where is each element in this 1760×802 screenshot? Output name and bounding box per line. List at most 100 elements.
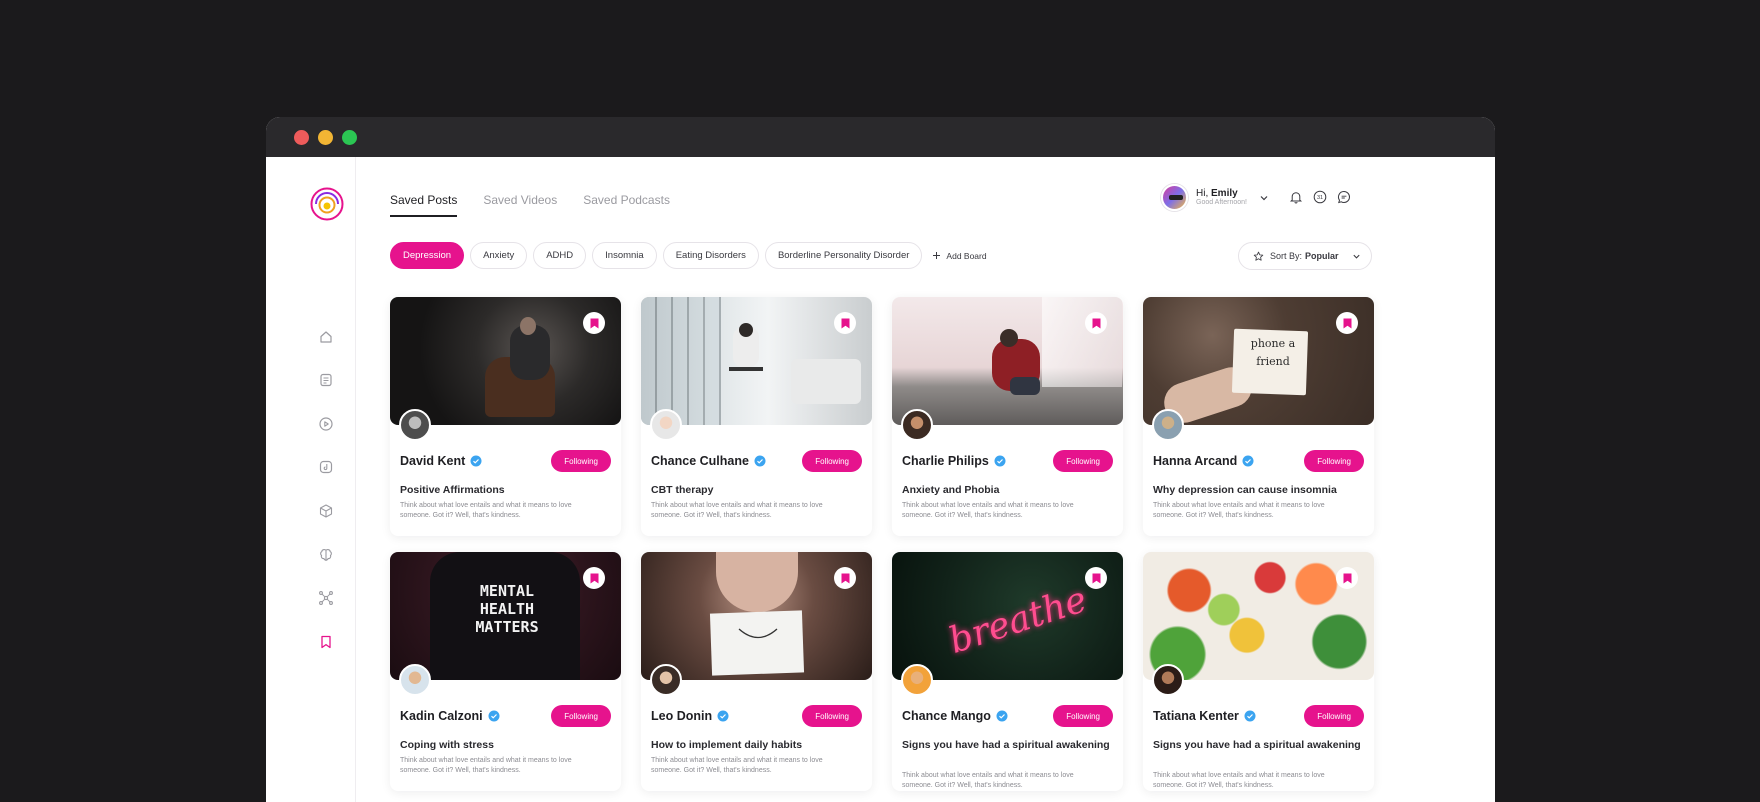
bookmark-icon[interactable] — [318, 634, 334, 650]
author-name[interactable]: Chance Mango — [902, 709, 991, 723]
post-title[interactable]: Coping with stress — [400, 738, 609, 753]
chip-borderline-personality-disorder[interactable]: Borderline Personality Disorder — [764, 242, 923, 269]
avatar[interactable] — [650, 409, 682, 441]
close-window-button[interactable] — [294, 130, 309, 145]
chip-adhd[interactable]: ADHD — [533, 242, 587, 269]
user-menu[interactable]: Hi, Emily Good Afternoon! — [1161, 184, 1269, 211]
chat-icon[interactable] — [1337, 190, 1351, 204]
chip-insomnia[interactable]: Insomnia — [592, 242, 657, 269]
following-button[interactable]: Following — [1304, 450, 1364, 472]
post-card[interactable]: Tatiana Kenter Following Signs you have … — [1143, 552, 1374, 791]
post-title[interactable]: Signs you have had a spiritual awakening — [902, 738, 1111, 753]
avatar[interactable] — [399, 409, 431, 441]
neon-sign-text: breathe — [944, 579, 1092, 662]
calendar-icon[interactable]: 31 — [1313, 190, 1327, 204]
avatar[interactable] — [1161, 184, 1188, 211]
post-image[interactable]: breathe — [892, 552, 1123, 680]
following-button[interactable]: Following — [551, 450, 611, 472]
podcast-icon[interactable] — [318, 459, 334, 475]
chip-depression[interactable]: Depression — [390, 242, 465, 269]
avatar[interactable] — [650, 664, 682, 696]
post-title[interactable]: CBT therapy — [651, 483, 860, 498]
author-name[interactable]: Tatiana Kenter — [1153, 709, 1239, 723]
post-image[interactable] — [641, 552, 872, 680]
avatar[interactable] — [901, 409, 933, 441]
author-name[interactable]: Charlie Philips — [902, 454, 989, 468]
author-name[interactable]: David Kent — [400, 454, 465, 468]
network-icon[interactable] — [318, 590, 334, 606]
bookmark-toggle[interactable] — [1085, 312, 1107, 334]
post-title[interactable]: Anxiety and Phobia — [902, 483, 1111, 498]
tab-saved-videos[interactable]: Saved Videos — [483, 193, 557, 217]
bookmark-toggle[interactable] — [1085, 567, 1107, 589]
post-card[interactable]: Chance Culhane Following CBT therapy Thi… — [641, 297, 872, 536]
tab-bar: Saved Posts Saved Videos Saved Podcasts — [390, 193, 670, 217]
author-name[interactable]: Kadin Calzoni — [400, 709, 483, 723]
following-button[interactable]: Following — [1053, 705, 1113, 727]
following-button[interactable]: Following — [802, 450, 862, 472]
following-button[interactable]: Following — [551, 705, 611, 727]
avatar[interactable] — [1152, 409, 1184, 441]
verified-icon — [754, 455, 766, 467]
post-description: Think about what love entails and what i… — [400, 757, 572, 775]
post-card[interactable]: phone a friend Hanna Arcand Following Wh… — [1143, 297, 1374, 536]
post-title[interactable]: Signs you have had a spiritual awakening — [1153, 738, 1362, 753]
play-icon[interactable] — [318, 416, 334, 432]
smile-drawing — [738, 628, 778, 639]
chip-anxiety[interactable]: Anxiety — [470, 242, 528, 269]
bookmark-icon — [1343, 573, 1351, 583]
bookmark-toggle[interactable] — [583, 567, 605, 589]
bookmark-toggle[interactable] — [834, 567, 856, 589]
bookmark-icon — [841, 573, 849, 583]
chevron-down-icon[interactable] — [1259, 193, 1269, 203]
note-text: phone a friend — [1241, 335, 1305, 371]
minimize-window-button[interactable] — [318, 130, 333, 145]
post-title[interactable]: How to implement daily habits — [651, 738, 860, 753]
maximize-window-button[interactable] — [342, 130, 357, 145]
post-card[interactable]: Charlie Philips Following Anxiety and Ph… — [892, 297, 1123, 536]
document-icon[interactable] — [318, 372, 334, 388]
post-card[interactable]: Leo Donin Following How to implement dai… — [641, 552, 872, 791]
shirt-line: MATTERS — [475, 618, 539, 636]
verified-icon — [717, 710, 729, 722]
logo-icon[interactable] — [310, 187, 344, 221]
bookmark-toggle[interactable] — [1336, 567, 1358, 589]
shirt-line: HEALTH — [479, 600, 535, 618]
author-name[interactable]: Hanna Arcand — [1153, 454, 1237, 468]
post-image[interactable] — [1143, 552, 1374, 680]
tab-saved-posts[interactable]: Saved Posts — [390, 193, 458, 217]
author-name[interactable]: Chance Culhane — [651, 454, 749, 468]
note-line: phone a — [1250, 337, 1296, 350]
author-name[interactable]: Leo Donin — [651, 709, 712, 723]
post-image[interactable]: phone a friend — [1143, 297, 1374, 425]
following-button[interactable]: Following — [1304, 705, 1364, 727]
post-image[interactable]: MENTAL HEALTH MATTERS — [390, 552, 621, 680]
greeting-text: Hi, — [1196, 187, 1209, 199]
sort-value: Popular — [1305, 251, 1339, 261]
post-card[interactable]: David Kent Following Positive Affirmatio… — [390, 297, 621, 536]
chip-eating-disorders[interactable]: Eating Disorders — [662, 242, 759, 269]
bookmark-toggle[interactable] — [1336, 312, 1358, 334]
home-icon[interactable] — [318, 329, 334, 345]
bell-icon[interactable] — [1289, 190, 1303, 204]
tab-saved-podcasts[interactable]: Saved Podcasts — [583, 193, 670, 217]
sort-dropdown[interactable]: Sort By: Popular — [1238, 242, 1372, 270]
post-card[interactable]: breathe Chance Mango Following Signs you… — [892, 552, 1123, 791]
following-button[interactable]: Following — [802, 705, 862, 727]
avatar[interactable] — [399, 664, 431, 696]
post-card[interactable]: MENTAL HEALTH MATTERS Kadin Calzoni Foll… — [390, 552, 621, 791]
bookmark-toggle[interactable] — [834, 312, 856, 334]
post-title[interactable]: Positive Affirmations — [400, 483, 609, 498]
brain-icon[interactable] — [318, 547, 334, 563]
post-title[interactable]: Why depression can cause insomnia — [1153, 483, 1362, 498]
post-image[interactable] — [641, 297, 872, 425]
post-image[interactable] — [390, 297, 621, 425]
following-button[interactable]: Following — [1053, 450, 1113, 472]
add-board-button[interactable]: Add Board — [932, 251, 987, 261]
avatar[interactable] — [1152, 664, 1184, 696]
avatar[interactable] — [901, 664, 933, 696]
bookmark-toggle[interactable] — [583, 312, 605, 334]
post-image[interactable] — [892, 297, 1123, 425]
verified-icon — [1244, 710, 1256, 722]
box-icon[interactable] — [318, 503, 334, 519]
